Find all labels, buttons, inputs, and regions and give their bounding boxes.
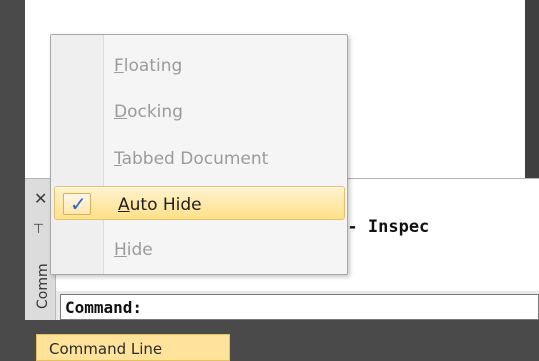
command-input-field[interactable]: Command: — [60, 294, 539, 320]
menu-item-label: Docking — [114, 102, 183, 122]
canvas-right-strip — [525, 0, 539, 178]
command-line-tab-label: Command Line — [49, 340, 163, 358]
command-input-label: Command: — [65, 298, 143, 317]
menu-item-floating[interactable]: Floating — [51, 48, 347, 82]
checked-indicator: ✓ — [63, 192, 91, 216]
menu-item-tabbed-document[interactable]: Tabbed Document — [51, 141, 347, 175]
command-line-tab[interactable]: Command Line — [36, 334, 230, 361]
menu-item-label: Hide — [114, 240, 153, 260]
close-icon[interactable]: ✕ — [34, 191, 47, 207]
menu-item-auto-hide[interactable]: ✓ Auto Hide — [54, 186, 345, 220]
pin-icon[interactable]: ⊣ — [32, 223, 47, 234]
menu-item-label: Tabbed Document — [114, 149, 269, 169]
menu-item-label: Auto Hide — [118, 195, 202, 215]
dock-options-context-menu: Floating Docking Tabbed Document ✓ Auto … — [50, 34, 348, 275]
menu-item-hide[interactable]: Hide — [51, 232, 347, 266]
command-palette-title: Comm — [35, 263, 51, 309]
check-icon: ✓ — [70, 192, 87, 216]
menu-item-label: Floating — [114, 56, 183, 76]
menu-item-docking[interactable]: Docking — [51, 94, 347, 128]
